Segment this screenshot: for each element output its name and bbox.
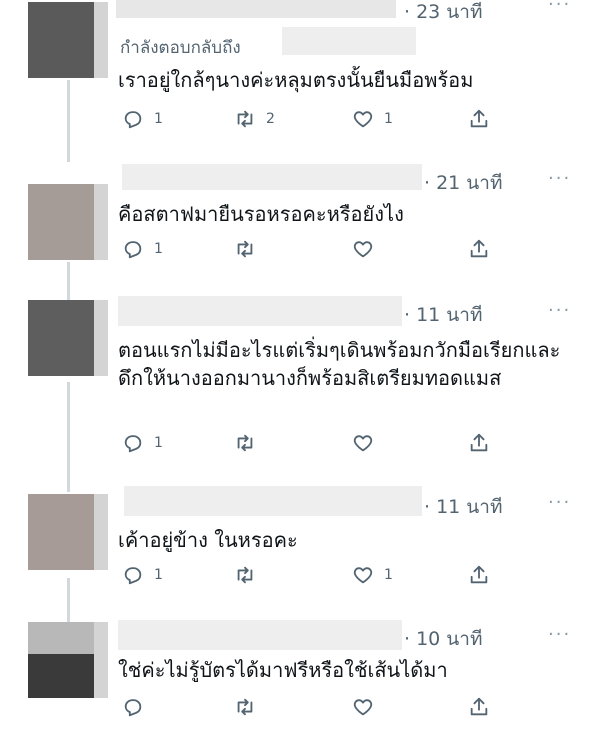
share-button[interactable] — [468, 564, 490, 586]
replying-to-label: กำลังตอบกลับถึง — [120, 38, 241, 58]
tweet-actions — [118, 696, 578, 722]
heart-icon — [353, 435, 373, 452]
reply-button[interactable]: 1 — [122, 108, 163, 130]
share-icon — [470, 697, 488, 716]
share-icon — [470, 109, 488, 128]
reply-target-redacted[interactable] — [282, 27, 416, 55]
share-button[interactable] — [468, 108, 490, 130]
like-button[interactable] — [352, 696, 374, 718]
more-options-icon[interactable]: ··· — [548, 0, 571, 15]
tweet-text: ใช่ค่ะไม่รู้บัตรได้มาฟรีหรือใช้เส้นได้มา — [118, 658, 448, 682]
username-redacted[interactable] — [118, 620, 402, 650]
tweet-actions: 1 — [118, 432, 578, 458]
heart-icon — [353, 111, 373, 128]
retweet-button[interactable] — [234, 432, 256, 454]
reply-button[interactable]: 1 — [122, 432, 163, 454]
share-icon — [470, 565, 488, 584]
username-redacted[interactable] — [116, 0, 396, 18]
retweet-icon — [237, 566, 253, 584]
reply-icon — [124, 567, 142, 585]
like-button[interactable] — [352, 432, 374, 454]
tweet[interactable]: · 21 นาที ··· คือสตาฟมายืนรอหรอคะหรือยัง… — [0, 160, 600, 280]
retweet-button[interactable] — [234, 564, 256, 586]
tweet[interactable]: · 10 นาที ··· ใช่ค่ะไม่รู้บัตรได้มาฟรีหร… — [0, 614, 600, 731]
tweet-text: คือสตาฟมายืนรอหรอคะหรือยังไง — [118, 202, 404, 226]
retweet-icon — [237, 110, 253, 128]
reply-button[interactable] — [122, 696, 144, 718]
reply-count: 1 — [154, 567, 163, 583]
retweet-icon — [237, 240, 253, 258]
retweet-count: 2 — [266, 111, 275, 127]
tweet[interactable]: · 11 นาที ··· ตอนแรกไม่มีอะไรแต่เริ่มๆเด… — [0, 292, 600, 472]
tweet-timestamp[interactable]: · 11 นาที — [424, 492, 502, 522]
retweet-button[interactable] — [234, 238, 256, 260]
like-button[interactable] — [352, 238, 374, 260]
like-count: 1 — [384, 567, 393, 583]
heart-icon — [353, 241, 373, 258]
retweet-icon — [237, 434, 253, 452]
avatar[interactable] — [28, 184, 108, 260]
heart-icon — [353, 699, 373, 716]
username-redacted[interactable] — [118, 296, 402, 326]
reply-button[interactable]: 1 — [122, 564, 163, 586]
reply-count: 1 — [154, 435, 163, 451]
tweet-text: เค้าอยู่ข้าง ในหรอคะ — [118, 528, 298, 552]
retweet-button[interactable] — [234, 696, 256, 718]
reply-icon — [124, 435, 142, 453]
like-button[interactable]: 1 — [352, 564, 393, 586]
tweet-timestamp[interactable]: · 11 นาที — [404, 300, 482, 330]
share-button[interactable] — [468, 238, 490, 260]
share-button[interactable] — [468, 432, 490, 454]
like-button[interactable]: 1 — [352, 108, 393, 130]
heart-icon — [353, 567, 373, 584]
like-count: 1 — [384, 111, 393, 127]
reply-icon — [124, 241, 142, 259]
share-icon — [470, 239, 488, 258]
more-options-icon[interactable]: ··· — [548, 300, 571, 321]
tweet-actions: 1 — [118, 238, 578, 264]
tweet-timestamp[interactable]: · 21 นาที — [424, 168, 502, 198]
share-button[interactable] — [468, 696, 490, 718]
tweet-text: เราอยู่ใกล้ๆนางค่ะหลุมตรงนั้นยืนมือพร้อม — [118, 68, 474, 92]
tweet-actions: 1 1 — [118, 564, 578, 590]
tweet[interactable]: · 23 นาที ··· กำลังตอบกลับถึง เราอยู่ใกล… — [0, 0, 600, 150]
avatar[interactable] — [28, 2, 108, 78]
more-options-icon[interactable]: ··· — [548, 492, 571, 513]
avatar[interactable] — [28, 494, 108, 570]
reply-button[interactable]: 1 — [122, 238, 163, 260]
tweet-text: ตอนแรกไม่มีอะไรแต่เริ่มๆเดินพร้อมกวักมือ… — [118, 338, 561, 390]
username-redacted[interactable] — [122, 164, 422, 190]
tweet-timestamp[interactable]: · 10 นาที — [404, 624, 482, 654]
reply-icon — [124, 111, 142, 129]
more-options-icon[interactable]: ··· — [548, 168, 571, 189]
tweet-actions: 1 2 1 — [118, 108, 578, 134]
tweet-timestamp[interactable]: · 23 นาที — [404, 0, 482, 27]
reply-count: 1 — [154, 241, 163, 257]
avatar[interactable] — [28, 300, 108, 376]
avatar[interactable] — [28, 622, 108, 698]
username-redacted[interactable] — [124, 486, 422, 516]
retweet-icon — [237, 698, 253, 716]
reply-icon — [124, 699, 142, 717]
share-icon — [470, 433, 488, 452]
retweet-button[interactable]: 2 — [234, 108, 275, 130]
reply-count: 1 — [154, 111, 163, 127]
more-options-icon[interactable]: ··· — [548, 624, 571, 645]
tweet[interactable]: · 11 นาที ··· เค้าอยู่ข้าง ในหรอคะ 1 1 — [0, 484, 600, 600]
